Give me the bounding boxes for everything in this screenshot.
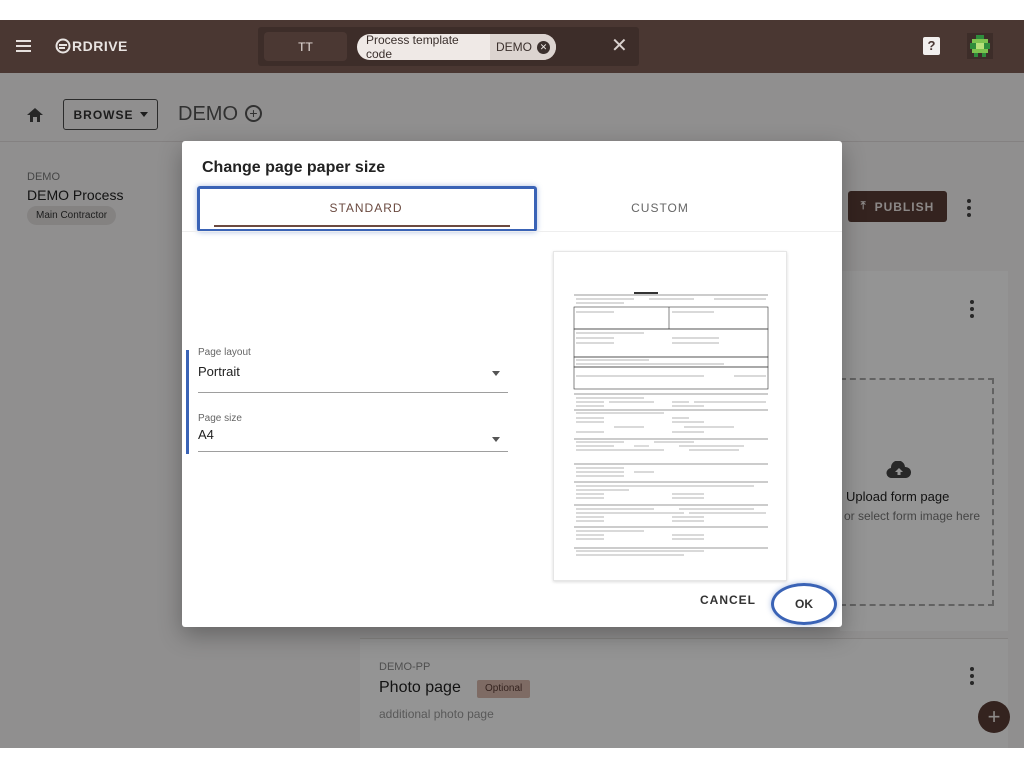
- page-size-select[interactable]: Page size A4: [198, 413, 508, 452]
- dialog-title: Change page paper size: [202, 159, 386, 176]
- app-bar: RDRIVE TT Process template code DEMO ✕ ✕…: [0, 20, 1024, 73]
- focus-bar: [186, 350, 189, 454]
- page-size-label: Page size: [198, 413, 242, 424]
- paper-size-dialog: Change page paper size STANDARD CUSTOM P…: [182, 141, 842, 627]
- brand-logo[interactable]: RDRIVE: [55, 36, 128, 56]
- dropdown-arrow-icon: [492, 437, 500, 442]
- avatar[interactable]: [967, 33, 993, 59]
- filter-key: Process template code: [366, 34, 459, 60]
- tab-custom[interactable]: CUSTOM: [534, 189, 786, 227]
- app-window: RDRIVE TT Process template code DEMO ✕ ✕…: [0, 20, 1024, 748]
- chip-close-icon[interactable]: ✕: [537, 40, 550, 54]
- page-layout-value: Portrait: [198, 364, 240, 379]
- brand-name: RDRIVE: [72, 38, 128, 54]
- ok-label: OK: [795, 597, 813, 611]
- page-layout-select[interactable]: Page layout Portrait: [198, 347, 508, 393]
- dropdown-arrow-icon: [492, 371, 500, 376]
- search-text-chip[interactable]: TT: [264, 32, 347, 61]
- page-size-value: A4: [198, 427, 214, 442]
- tabs-divider: [182, 231, 842, 232]
- menu-icon[interactable]: [16, 40, 31, 52]
- filter-chip[interactable]: Process template code DEMO ✕: [357, 34, 556, 60]
- help-icon[interactable]: ?: [923, 37, 940, 55]
- filter-value: DEMO: [496, 40, 532, 54]
- page-layout-label: Page layout: [198, 347, 251, 358]
- ok-button[interactable]: OK: [771, 583, 837, 625]
- paper-preview: [553, 251, 787, 581]
- standard-tab-highlight: [197, 186, 537, 232]
- filter-value-wrap: DEMO ✕: [490, 34, 556, 60]
- logo-mark-icon: [55, 38, 71, 54]
- close-icon[interactable]: ✕: [611, 35, 628, 57]
- form-thumbnail-image: [573, 292, 769, 556]
- cancel-button[interactable]: CANCEL: [700, 593, 756, 607]
